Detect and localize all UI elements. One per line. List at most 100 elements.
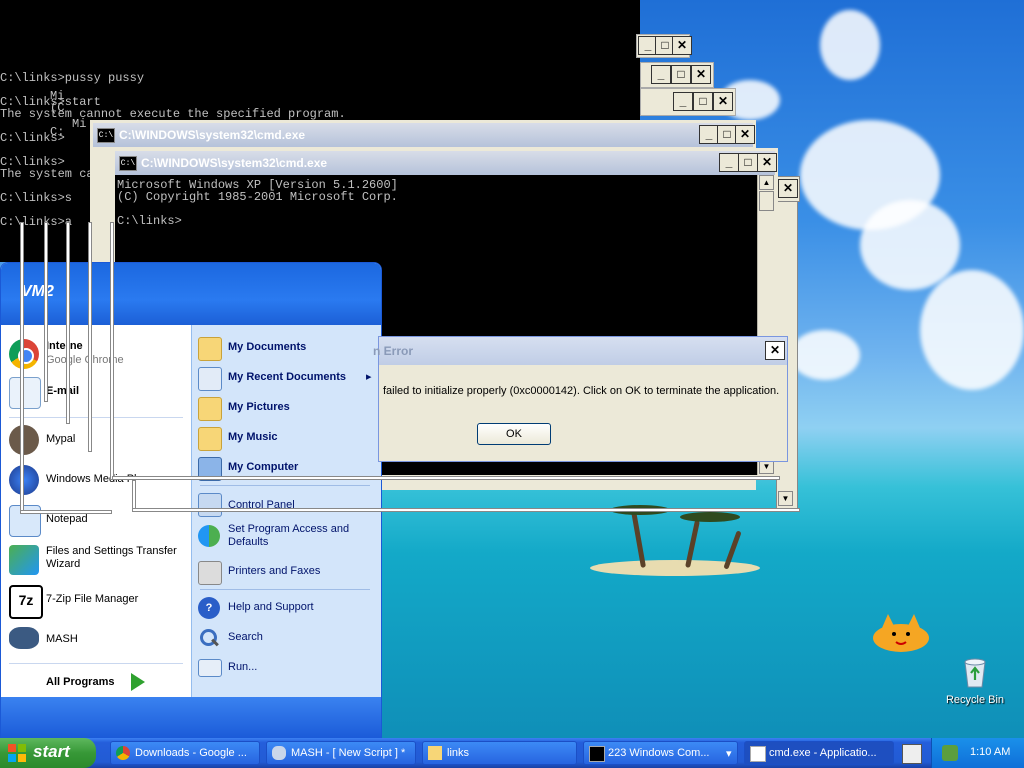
clock[interactable]: 1:10 AM [970,746,1010,758]
console-line: C:\links>pussy pussy [0,71,145,85]
title-bar[interactable]: C:\ C:\WINDOWS\system32\cmd.exe _ □ ✕ [115,151,777,175]
ghost-text: C: [50,125,65,139]
scroll-down-arrow[interactable]: ▼ [778,491,793,506]
console-prompt: C:\links> [117,214,182,228]
maximize-button[interactable]: □ [671,65,691,84]
close-button[interactable]: ✕ [765,341,785,360]
ghost-window-controls: _ □ ✕ [640,62,714,88]
close-button[interactable]: ✕ [672,36,692,55]
maximize-button[interactable]: □ [693,92,713,111]
recent-item[interactable]: MASH [9,623,187,657]
recycle-bin-label: Recycle Bin [945,694,1005,706]
search-icon [198,627,220,649]
control-panel-item[interactable]: Control Panel [198,491,378,517]
mash-icon [9,627,39,649]
program-access-item[interactable]: Set Program Access and Defaults [198,521,378,551]
recent-item[interactable]: Windows Media Pl [9,463,187,497]
minimize-button[interactable]: _ [651,65,671,84]
task-label: 223 Windows Com... [608,747,710,759]
maximize-button[interactable]: □ [717,125,737,144]
item-label: Search [228,631,263,643]
item-label: Printers and Faxes [228,565,321,577]
run-item[interactable]: Run... [198,655,378,681]
recent-item[interactable]: Mypal [9,423,187,457]
minimize-button[interactable]: _ [719,153,739,172]
item-label: My Computer [228,461,299,473]
console-line: C:\links>s [0,191,73,205]
close-button[interactable]: ✕ [691,65,711,84]
taskbar-button[interactable]: MASH - [ New Script ] * [266,741,416,765]
close-button[interactable]: ✕ [757,153,777,172]
divider [9,663,183,664]
taskbar-button[interactable]: cmd.exe - Applicatio... [744,741,894,765]
arrow-right-icon [131,673,145,691]
ok-button[interactable]: OK [477,423,551,445]
taskbar-group-button[interactable]: 223 Windows Com... ▾ [583,741,738,765]
ghost-text: Mi [72,117,87,131]
taskbar-button[interactable]: Downloads - Google ... [110,741,260,765]
cloud [820,10,880,80]
all-programs-label: All Programs [46,676,115,688]
window-title: C:\WINDOWS\system32\cmd.exe [141,156,328,170]
scroll-thumb[interactable] [759,191,774,211]
window-title: C:\WINDOWS\system32\cmd.exe [119,128,306,142]
divider [9,417,183,418]
ghost-artifact [88,222,92,452]
task-label: cmd.exe - Applicatio... [769,747,877,759]
my-pictures-item[interactable]: My Pictures [198,395,378,421]
pinned-item-email[interactable]: E-mail [9,375,187,409]
taskbar: start Downloads - Google ... MASH - [ Ne… [0,738,1024,768]
start-button[interactable]: start [0,738,96,768]
scroll-up-arrow[interactable]: ▲ [759,175,774,190]
console-line: C:\links>a [0,215,73,229]
printer-icon [198,561,222,585]
cmd-icon [589,746,605,762]
recent-icon [198,367,222,391]
ghost-artifact [66,222,70,424]
ghost-artifact [44,222,48,402]
minimize-button[interactable]: _ [699,125,719,144]
item-label: Mypal [46,433,76,445]
my-recent-documents-item[interactable]: My Recent Documents ▸ [198,365,378,391]
network-icon[interactable] [942,745,958,761]
maximize-button[interactable]: □ [738,153,758,172]
cmd-icon: C:\ [97,128,115,143]
my-documents-item[interactable]: My Documents [198,335,378,361]
item-label: My Pictures [228,401,290,413]
cat-desktop-icon[interactable] [872,610,930,654]
my-music-item[interactable]: My Music [198,425,378,451]
title-bar[interactable]: n Error ✕ [373,337,787,365]
taskbar-button[interactable]: links [422,741,577,765]
close-button[interactable]: ✕ [778,179,798,198]
all-programs-button[interactable]: All Programs [41,669,161,695]
help-item[interactable]: ? Help and Support [198,595,378,621]
item-label: Help and Support [228,601,314,613]
ghost-window-controls: _ □ ✕ [640,88,736,116]
search-item[interactable]: Search [198,625,378,651]
close-button[interactable]: ✕ [735,125,755,144]
minimize-button[interactable]: _ [673,92,693,111]
windows-flag-icon [8,744,26,762]
recycle-bin-desktop-icon[interactable]: Recycle Bin [940,656,1010,712]
transfer-wizard-icon [9,545,39,575]
item-label: Notepad [46,513,88,525]
printers-item[interactable]: Printers and Faxes [198,559,378,585]
application-error-dialog[interactable]: n Error ✕ failed to initialize properly … [373,336,788,462]
item-label: MASH [46,633,78,645]
ghost-window-controls: ✕ [776,176,800,202]
ghost-artifact [20,222,24,514]
island [590,560,760,576]
recent-item[interactable]: Files and Settings Transfer Wizard [9,543,187,577]
recent-item[interactable]: 7z 7-Zip File Manager [9,583,187,619]
help-icon: ? [198,597,220,619]
palm-tree [631,510,646,568]
start-menu: VM2 Interne Google Chrome E-mail Mypal W… [0,262,382,740]
title-bar[interactable]: C:\ C:\WINDOWS\system32\cmd.exe _ □ ✕ [93,123,755,147]
email-icon [9,377,41,409]
console-line: (C) Copyright 1985-2001 Microsoft Corp. [117,190,398,204]
close-button[interactable]: ✕ [713,92,733,111]
keyboard-icon[interactable] [902,744,922,764]
pinned-item-browser[interactable]: Interne Google Chrome [9,337,187,371]
start-menu-header: VM2 [1,263,381,325]
submenu-arrow-icon: ▸ [366,371,372,383]
